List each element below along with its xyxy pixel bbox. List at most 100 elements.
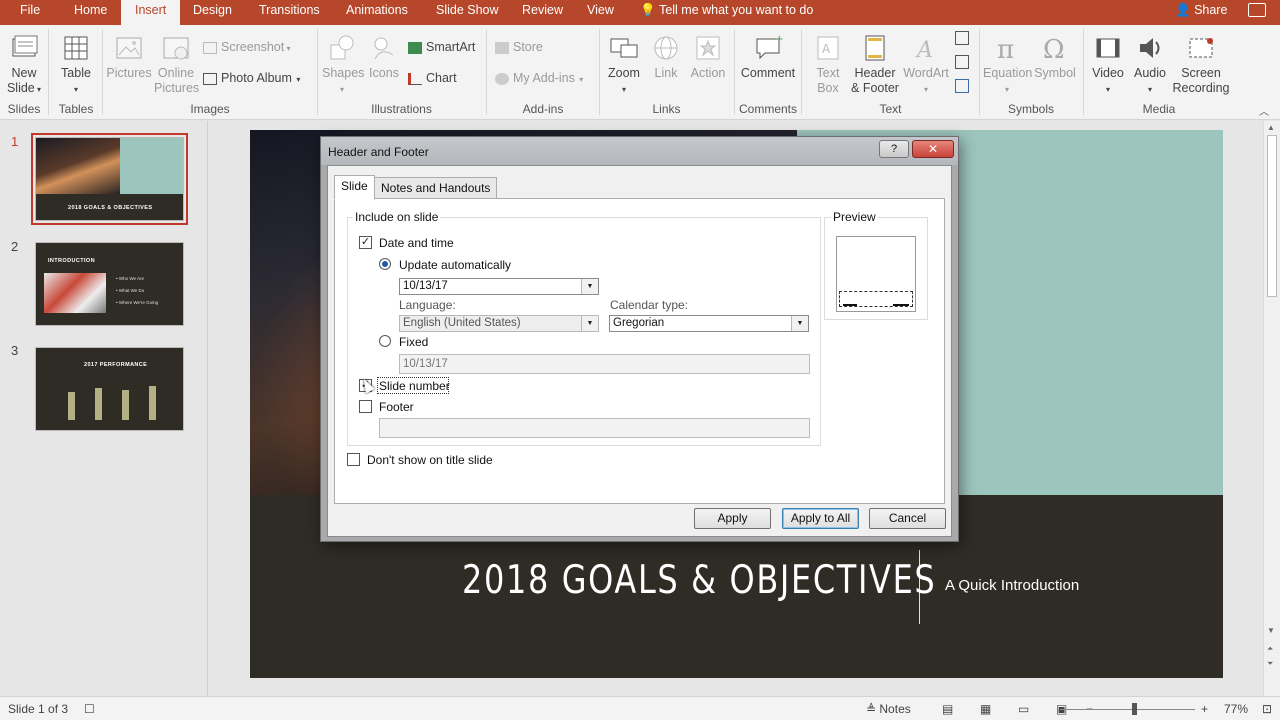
tab-insert[interactable]: Insert (121, 0, 181, 25)
tell-me-box[interactable]: 💡 Tell me what you want to do (640, 0, 813, 25)
apply-to-all-button[interactable]: Apply to All (782, 508, 859, 529)
icons-button[interactable]: Icons (366, 33, 402, 81)
tab-animations[interactable]: Animations (346, 0, 408, 25)
help-button[interactable]: ? (879, 140, 909, 158)
svg-text:+: + (775, 34, 783, 45)
tab-slide[interactable]: Slide (334, 175, 375, 200)
date-time-icon[interactable] (955, 31, 969, 45)
group-label-images: Images (190, 102, 230, 116)
slide-subtitle[interactable]: A Quick Introduction (945, 577, 1079, 594)
tab-file[interactable]: File (20, 0, 40, 25)
slide-sorter-icon[interactable]: ▦ (980, 702, 991, 716)
slide-thumbnail-2[interactable]: INTRODUCTION • Who We Are • What We Do •… (35, 242, 184, 326)
language-select[interactable]: English (United States) ▼ (399, 315, 599, 332)
chevron-down-icon[interactable]: ▼ (791, 316, 808, 331)
slide-thumbnail-1[interactable]: 2018 GOALS & OBJECTIVES (31, 133, 188, 225)
group-label-illustrations: Illustrations (371, 102, 432, 116)
fixed-date-input[interactable]: 10/13/17 (399, 354, 810, 374)
equation-button[interactable]: π Equation ▾ (983, 33, 1032, 97)
date-time-checkbox[interactable]: ✓ (359, 236, 372, 249)
group-label-addins: Add-ins (522, 102, 564, 116)
object-icon[interactable] (955, 79, 969, 93)
group-label-symbols: Symbols (1007, 102, 1054, 116)
screenshot-label: Screenshot (221, 40, 285, 54)
comments-icon[interactable] (1248, 3, 1266, 17)
comment-button[interactable]: + Comment (739, 33, 797, 81)
slide-thumbnail-pane: 1 2018 GOALS & OBJECTIVES 2 INTRODUCTION… (0, 121, 208, 696)
footer-text-input[interactable] (379, 418, 810, 438)
previous-slide-icon[interactable]: ⏶ (1267, 644, 1273, 654)
scroll-up-icon[interactable]: ▲ (1267, 123, 1275, 132)
thumb-teal-panel (120, 138, 183, 194)
store-button[interactable]: Store (495, 37, 543, 57)
tab-slide-show[interactable]: Slide Show (436, 0, 499, 25)
collapse-ribbon-icon[interactable]: ︿ (1259, 103, 1269, 118)
zoom-button[interactable]: Zoom ▾ (604, 33, 644, 97)
action-label: Action (690, 66, 726, 80)
online-pictures-button[interactable]: Online Pictures (154, 33, 199, 96)
dialog-titlebar[interactable]: Header and Footer ? ✕ (321, 137, 958, 165)
shapes-button[interactable]: Shapes ▾ (322, 33, 364, 97)
thumb-bullet: • Who We Are (116, 276, 145, 281)
zoom-slider-handle[interactable] (1132, 703, 1137, 715)
action-button[interactable]: Action (688, 33, 728, 81)
video-button[interactable]: Video ▾ (1088, 33, 1128, 97)
slide-title[interactable]: 2018 GOALS & OBJECTIVES (462, 558, 936, 603)
screen-recording-button[interactable]: Screen Recording (1172, 33, 1230, 96)
tab-notes-handouts[interactable]: Notes and Handouts (374, 177, 498, 200)
lightbulb-icon: 💡 (640, 3, 656, 17)
svg-text:A: A (915, 38, 933, 63)
link-button[interactable]: Link (648, 33, 684, 81)
tab-transitions[interactable]: Transitions (259, 0, 320, 25)
pi-icon: π (997, 35, 1014, 63)
date-format-select[interactable]: 10/13/17 ▼ (399, 278, 599, 295)
update-auto-radio[interactable] (379, 258, 391, 270)
smartart-button[interactable]: SmartArt (408, 37, 475, 57)
zoom-slider[interactable] (1060, 709, 1195, 710)
spell-check-icon[interactable]: ☐ (84, 702, 95, 716)
group-label-media: Media (1142, 102, 1176, 116)
tab-home[interactable]: Home (74, 0, 107, 25)
group-label-text: Text (879, 102, 902, 116)
my-addins-icon (495, 72, 509, 85)
cancel-button[interactable]: Cancel (869, 508, 946, 529)
tab-review[interactable]: Review (522, 0, 563, 25)
tab-design[interactable]: Design (193, 0, 232, 25)
chevron-down-icon[interactable]: ▼ (581, 316, 598, 331)
next-slide-icon[interactable]: ⏷ (1267, 659, 1273, 669)
new-slide-icon (12, 35, 38, 57)
tab-view[interactable]: View (587, 0, 614, 25)
my-addins-button[interactable]: My Add-ins ▾ (495, 68, 583, 88)
pictures-button[interactable]: Pictures (106, 33, 152, 81)
close-button[interactable]: ✕ (912, 140, 954, 158)
header-footer-button[interactable]: Header & Footer (849, 33, 901, 96)
new-slide-button[interactable]: New Slide ▾ (4, 33, 44, 97)
table-button[interactable]: Table ▾ (56, 33, 96, 97)
symbol-button[interactable]: Ω Symbol (1033, 33, 1077, 81)
share-button[interactable]: 👤 Share (1175, 0, 1227, 25)
chevron-down-icon[interactable]: ▼ (581, 279, 598, 294)
dont-show-title-checkbox[interactable] (347, 453, 360, 466)
normal-view-icon[interactable]: ▤ (942, 702, 953, 716)
scroll-down-icon[interactable]: ▼ (1267, 626, 1275, 635)
fixed-radio[interactable] (379, 335, 391, 347)
comment-icon: + (756, 34, 783, 60)
apply-button[interactable]: Apply (694, 508, 771, 529)
photo-album-button[interactable]: Photo Album ▾ (203, 68, 300, 88)
wordart-button[interactable]: A WordArt ▾ (902, 33, 950, 97)
audio-button[interactable]: Audio ▾ (1130, 33, 1170, 97)
reading-view-icon[interactable]: ▭ (1018, 702, 1029, 716)
chart-button[interactable]: Chart (408, 68, 457, 88)
slide-thumbnail-3[interactable]: 2017 PERFORMANCE (35, 347, 184, 431)
calendar-type-select[interactable]: Gregorian ▼ (609, 315, 809, 332)
zoom-in-icon[interactable]: + (1201, 702, 1208, 716)
fit-to-window-icon[interactable]: ⊡ (1262, 702, 1272, 716)
slide-number-icon[interactable] (955, 55, 969, 69)
vertical-scrollbar[interactable]: ▲ ▼ ⏶ ⏷ (1263, 121, 1280, 696)
text-box-button[interactable]: A Text Box (808, 33, 848, 96)
scroll-thumb[interactable] (1267, 135, 1277, 297)
zoom-level[interactable]: 77% (1224, 702, 1248, 716)
footer-checkbox[interactable] (359, 400, 372, 413)
notes-button[interactable]: ≜ Notes (866, 702, 911, 716)
screenshot-button[interactable]: Screenshot ▾ (203, 37, 290, 57)
